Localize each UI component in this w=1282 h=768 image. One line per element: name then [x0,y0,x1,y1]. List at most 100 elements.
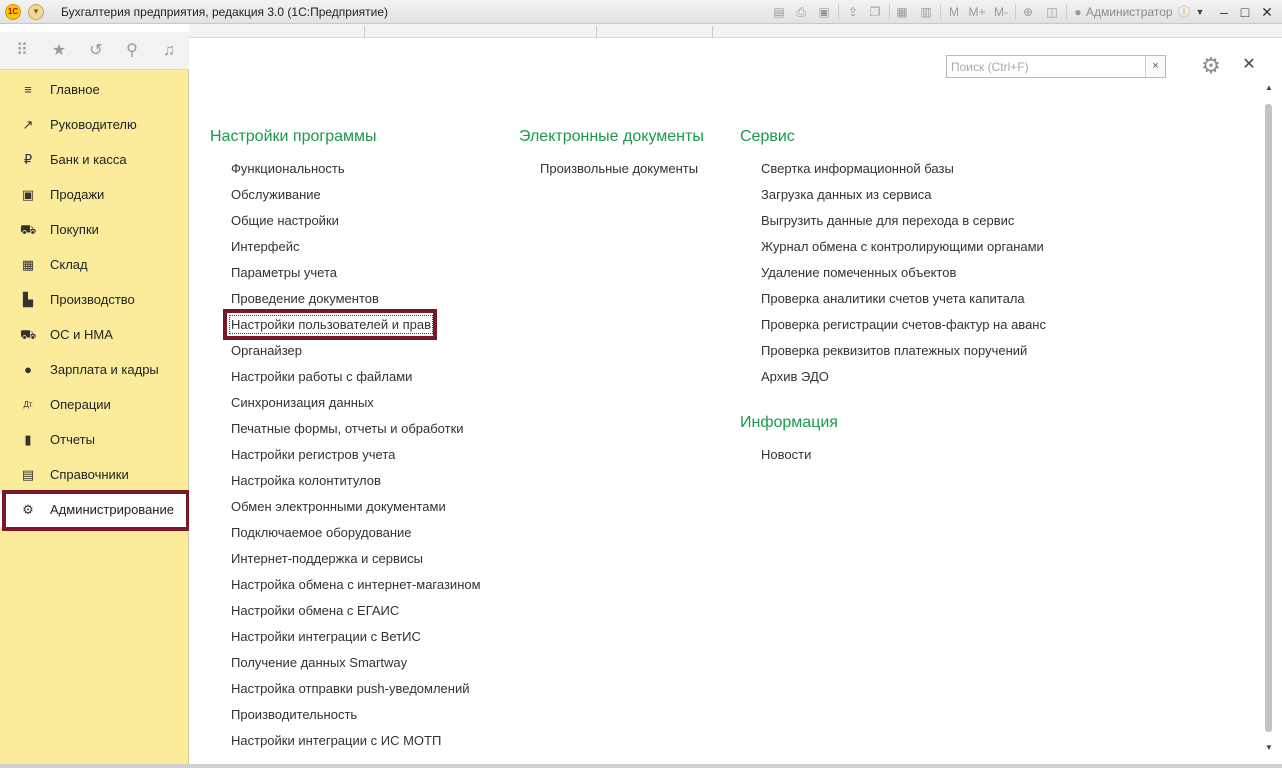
search-icon[interactable]: ⚲ [122,41,142,61]
link-motp-integration[interactable]: Настройки интеграции с ИС МОТП [231,733,441,748]
memory-button-m[interactable]: M [947,5,961,19]
calculator-icon[interactable]: ▦ [895,5,909,19]
main-menu-button[interactable]: ▾ [28,4,44,20]
search-box: × [946,55,1166,78]
sidebar-item-reports[interactable]: ▮ Отчеты [0,422,189,457]
link-data-sync[interactable]: Синхронизация данных [231,395,374,410]
copy-icon[interactable]: ❐ [868,5,882,19]
sidebar-item-sales[interactable]: ▣ Продажи [0,177,189,212]
link-arbitrary-documents[interactable]: Произвольные документы [540,161,698,176]
sidebar-item-manager[interactable]: ↗ Руководителю [0,107,189,142]
vertical-scrollbar[interactable]: ▲ ▼ [1263,82,1275,758]
current-user[interactable]: Администратор [1086,5,1173,19]
link-vetis-integration[interactable]: Настройки интеграции с ВетИС [231,629,421,644]
maximize-button[interactable]: □ [1236,3,1254,21]
preview-icon[interactable]: ▣ [817,5,831,19]
sidebar-item-purchases[interactable]: ⛟ Покупки [0,212,189,247]
link-accounting-params[interactable]: Параметры учета [231,265,337,280]
link-performance[interactable]: Производительность [231,707,357,722]
window-close-button[interactable]: ✕ [1258,3,1276,21]
history-icon[interactable]: ↺ [86,41,106,61]
link-general-settings[interactable]: Общие настройки [231,213,339,228]
sidebar-item-operations[interactable]: Дт Операции [0,387,189,422]
panel-icon[interactable]: ◫ [1045,5,1059,19]
toolbar-divider [889,4,890,20]
upload-icon[interactable]: ⇪ [846,5,860,19]
sidebar-item-bank[interactable]: ₽ Банк и касса [0,142,189,177]
toolbar-divider [1066,4,1067,20]
link-export-for-service[interactable]: Выгрузить данные для перехода в сервис [761,213,1014,228]
section-title-edocs: Электронные документы [519,128,704,145]
toolbar-divider [838,4,839,20]
link-functionality[interactable]: Функциональность [231,161,345,176]
window-title: Бухгалтерия предприятия, редакция 3.0 (1… [61,5,389,19]
administration-panel: × ⚙ ✕ Настройки программы Функциональнос… [189,38,1282,764]
link-eshop-exchange[interactable]: Настройка обмена с интернет-магазином [231,577,481,592]
calendar-icon[interactable]: ▥ [919,5,933,19]
scroll-thumb[interactable] [1265,104,1272,732]
link-print-forms[interactable]: Печатные формы, отчеты и обработки [231,421,464,436]
sidebar-item-label: Склад [50,257,88,272]
chevron-down-icon[interactable]: ▼ [1195,5,1205,19]
panel-close-icon[interactable]: ✕ [1240,56,1258,74]
sidebar-item-warehouse[interactable]: ▦ Склад [0,247,189,282]
sidebar-item-main[interactable]: ≡ Главное [0,72,189,107]
window-bottom-border [0,764,1282,768]
menu-lines-icon: ≡ [24,82,32,97]
warehouse-icon: ▦ [21,257,35,272]
sidebar-item-label: ОС и НМА [50,327,113,342]
toolbar-divider [1015,4,1016,20]
link-news[interactable]: Новости [761,447,811,462]
sidebar-item-label: Руководителю [50,117,137,132]
person-icon: ● [24,362,32,377]
link-document-posting[interactable]: Проведение документов [231,291,379,306]
link-file-settings[interactable]: Настройки работы с файлами [231,369,412,384]
app-logo[interactable]: 1С [5,4,21,20]
link-push-notifications[interactable]: Настройка отправки push-уведомлений [231,681,469,696]
link-smartway[interactable]: Получение данных Smartway [231,655,407,670]
link-equipment[interactable]: Подключаемое оборудование [231,525,412,540]
apps-grid-icon[interactable]: ⠿ [12,41,32,61]
scroll-down-icon[interactable]: ▼ [1263,742,1275,754]
link-edo-archive[interactable]: Архив ЭДО [761,369,829,384]
link-delete-marked[interactable]: Удаление помеченных объектов [761,265,956,280]
factory-icon: ▙ [23,292,33,307]
scroll-up-icon[interactable]: ▲ [1263,82,1275,94]
sections-sidebar: ⠿ ★ ↺ ⚲ ♫ ≡ Главное ↗ Руководителю ₽ Бан… [0,32,189,764]
link-payment-orders-check[interactable]: Проверка реквизитов платежных поручений [761,343,1027,358]
sidebar-item-fixed-assets[interactable]: ⛟ ОС и НМА [0,317,189,352]
link-interface[interactable]: Интерфейс [231,239,299,254]
link-capital-accounts-check[interactable]: Проверка аналитики счетов учета капитала [761,291,1025,306]
link-egais-exchange[interactable]: Настройки обмена с ЕГАИС [231,603,399,618]
zoom-icon[interactable]: ⊕ [1021,5,1035,19]
dt-kt-icon: Дт [23,400,33,409]
minimize-button[interactable]: – [1215,3,1233,21]
save-icon[interactable]: ▤ [772,5,786,19]
link-load-from-service[interactable]: Загрузка данных из сервиса [761,187,932,202]
book-icon: ▤ [21,467,35,482]
highlight-frame-administration [2,490,190,531]
link-advance-invoices-check[interactable]: Проверка регистрации счетов-фактур на ав… [761,317,1046,332]
link-edi-exchange[interactable]: Обмен электронными документами [231,499,446,514]
link-db-rollup[interactable]: Свертка информационной базы [761,161,954,176]
memory-button-m-plus[interactable]: M+ [967,5,987,19]
print-icon[interactable]: ⎙ [794,5,808,19]
link-headers-footers[interactable]: Настройка колонтитулов [231,473,381,488]
link-internet-support[interactable]: Интернет-поддержка и сервисы [231,551,423,566]
search-clear-button[interactable]: × [1145,56,1165,77]
sidebar-item-catalogs[interactable]: ▤ Справочники [0,457,189,492]
link-organizer[interactable]: Органайзер [231,343,302,358]
settings-gear-icon[interactable]: ⚙ [1199,54,1223,78]
memory-button-m-minus[interactable]: M- [991,5,1011,19]
sidebar-item-production[interactable]: ▙ Производство [0,282,189,317]
bell-icon[interactable]: ♫ [159,41,179,61]
link-regulators-exchange-log[interactable]: Журнал обмена с контролирующими органами [761,239,1044,254]
tab-divider [712,26,713,38]
sidebar-item-payroll[interactable]: ● Зарплата и кадры [0,352,189,387]
link-maintenance[interactable]: Обслуживание [231,187,321,202]
info-icon[interactable]: ⓘ [1177,5,1191,19]
star-icon[interactable]: ★ [49,41,69,61]
search-input[interactable] [947,56,1165,77]
link-registers-settings[interactable]: Настройки регистров учета [231,447,395,462]
sidebar-item-label: Отчеты [50,432,95,447]
